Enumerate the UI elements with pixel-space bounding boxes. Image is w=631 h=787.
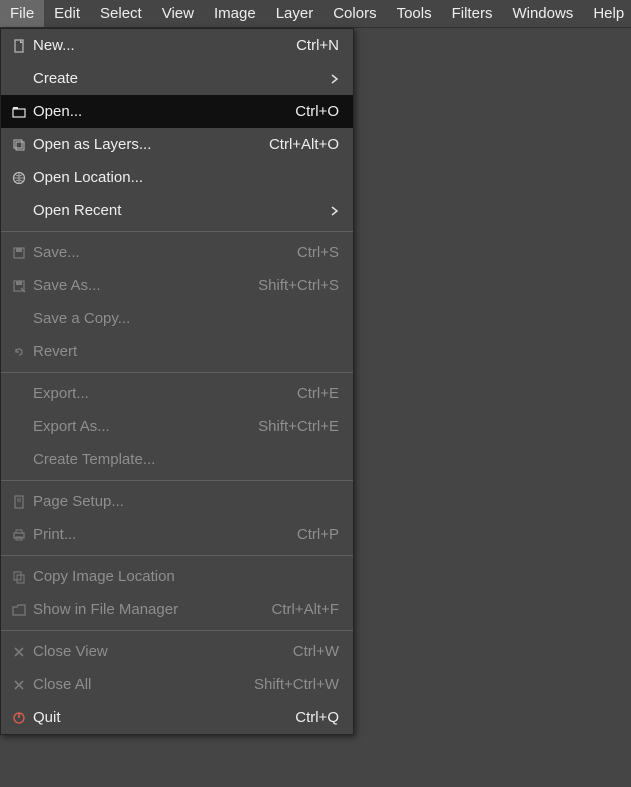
menu-windows[interactable]: Windows — [502, 0, 583, 27]
menu-item-label: Page Setup... — [29, 493, 339, 510]
menu-layer[interactable]: Layer — [266, 0, 324, 27]
menu-item-open-recent[interactable]: Open Recent — [1, 194, 353, 227]
menu-view[interactable]: View — [152, 0, 204, 27]
copy-icon — [9, 570, 29, 584]
menu-item-export-as: Export As...Shift+Ctrl+E — [1, 410, 353, 443]
menu-item-save-as: Save As...Shift+Ctrl+S — [1, 269, 353, 302]
menu-item-label: Save As... — [29, 277, 258, 294]
menu-filters[interactable]: Filters — [442, 0, 503, 27]
menu-item-shortcut: Ctrl+O — [295, 103, 339, 120]
menu-item-label: Create Template... — [29, 451, 339, 468]
menu-tools[interactable]: Tools — [387, 0, 442, 27]
file-new-icon — [9, 39, 29, 53]
menu-item-shortcut: Ctrl+Alt+O — [269, 136, 339, 153]
menu-item-revert: Revert — [1, 335, 353, 368]
save-as-icon — [9, 279, 29, 293]
menu-item-shortcut: Ctrl+Alt+F — [271, 601, 339, 618]
menu-item-shortcut: Ctrl+W — [293, 643, 339, 660]
menu-item-shortcut: Ctrl+E — [297, 385, 339, 402]
menu-item-create-template: Create Template... — [1, 443, 353, 476]
menu-item-label: New... — [29, 37, 296, 54]
menu-separator — [1, 231, 353, 232]
menu-item-label: Print... — [29, 526, 297, 543]
menu-item-shortcut: Ctrl+S — [297, 244, 339, 261]
menu-item-label: Open Location... — [29, 169, 339, 186]
menu-item-close-view: Close ViewCtrl+W — [1, 635, 353, 668]
menu-item-shortcut: Shift+Ctrl+E — [258, 418, 339, 435]
save-icon — [9, 246, 29, 260]
close-icon — [9, 645, 29, 659]
menu-item-close-all: Close AllShift+Ctrl+W — [1, 668, 353, 701]
menu-item-shortcut: Ctrl+Q — [295, 709, 339, 726]
menu-separator — [1, 372, 353, 373]
menu-item-copy-image-location: Copy Image Location — [1, 560, 353, 593]
print-icon — [9, 528, 29, 542]
menu-colors[interactable]: Colors — [323, 0, 386, 27]
menu-separator — [1, 555, 353, 556]
menu-help[interactable]: Help — [583, 0, 631, 27]
menu-item-save-a-copy: Save a Copy... — [1, 302, 353, 335]
menu-item-label: Close All — [29, 676, 254, 693]
menu-file[interactable]: File — [0, 0, 44, 27]
chevron-right-icon — [325, 74, 339, 84]
menu-item-open-location[interactable]: Open Location... — [1, 161, 353, 194]
menu-item-label: Close View — [29, 643, 293, 660]
menu-item-label: Copy Image Location — [29, 568, 339, 585]
menu-item-print: Print...Ctrl+P — [1, 518, 353, 551]
menu-item-quit[interactable]: QuitCtrl+Q — [1, 701, 353, 734]
menu-item-new[interactable]: New...Ctrl+N — [1, 29, 353, 62]
menu-image[interactable]: Image — [204, 0, 266, 27]
folder-icon — [9, 603, 29, 617]
menu-separator — [1, 630, 353, 631]
menu-item-label: Save... — [29, 244, 297, 261]
revert-icon — [9, 345, 29, 359]
menu-edit[interactable]: Edit — [44, 0, 90, 27]
menu-item-label: Open as Layers... — [29, 136, 269, 153]
menu-item-label: Create — [29, 70, 325, 87]
menu-item-open-as-layers[interactable]: Open as Layers...Ctrl+Alt+O — [1, 128, 353, 161]
menu-item-shortcut: Shift+Ctrl+S — [258, 277, 339, 294]
file-dropdown: New...Ctrl+NCreateOpen...Ctrl+OOpen as L… — [0, 28, 354, 735]
quit-icon — [9, 711, 29, 725]
menu-item-shortcut: Ctrl+P — [297, 526, 339, 543]
menu-item-label: Quit — [29, 709, 295, 726]
menu-item-label: Open Recent — [29, 202, 325, 219]
menu-item-page-setup: Page Setup... — [1, 485, 353, 518]
menu-item-label: Open... — [29, 103, 295, 120]
menu-item-label: Show in File Manager — [29, 601, 271, 618]
menu-select[interactable]: Select — [90, 0, 152, 27]
menu-item-create[interactable]: Create — [1, 62, 353, 95]
menu-item-label: Save a Copy... — [29, 310, 339, 327]
menu-item-export: Export...Ctrl+E — [1, 377, 353, 410]
chevron-right-icon — [325, 206, 339, 216]
menubar: File Edit Select View Image Layer Colors… — [0, 0, 631, 28]
menu-item-open[interactable]: Open...Ctrl+O — [1, 95, 353, 128]
menu-item-shortcut: Ctrl+N — [296, 37, 339, 54]
globe-icon — [9, 171, 29, 185]
menu-separator — [1, 480, 353, 481]
menu-item-save: Save...Ctrl+S — [1, 236, 353, 269]
menu-item-label: Revert — [29, 343, 339, 360]
menu-item-label: Export... — [29, 385, 297, 402]
close-icon — [9, 678, 29, 692]
menu-item-label: Export As... — [29, 418, 258, 435]
menu-item-shortcut: Shift+Ctrl+W — [254, 676, 339, 693]
layers-icon — [9, 138, 29, 152]
menu-item-show-in-file-manager: Show in File ManagerCtrl+Alt+F — [1, 593, 353, 626]
page-setup-icon — [9, 495, 29, 509]
open-icon — [9, 105, 29, 119]
